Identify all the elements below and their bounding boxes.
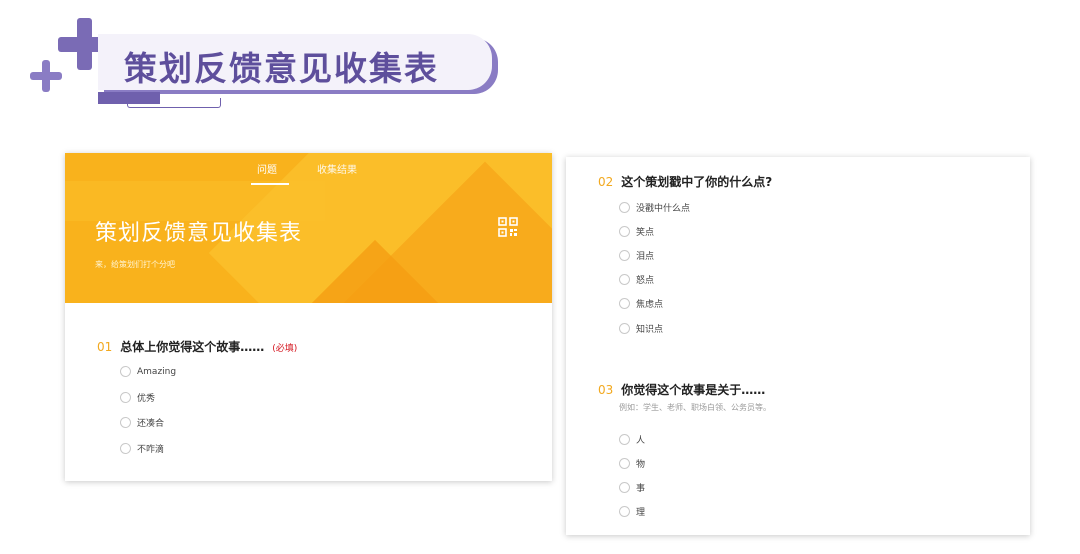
- radio-button-icon[interactable]: [619, 298, 630, 309]
- option-radio[interactable]: 还凑合: [120, 416, 164, 429]
- tab-questions[interactable]: 问题: [257, 161, 277, 176]
- question-number: 03: [598, 383, 614, 397]
- radio-button-icon[interactable]: [619, 250, 630, 261]
- form-title: 策划反馈意见收集表: [95, 221, 303, 246]
- option-label: 笑点: [636, 228, 655, 238]
- question-3: 03 你觉得这个故事是关于……: [598, 379, 765, 398]
- option-label: 怒点: [636, 276, 655, 286]
- option-radio[interactable]: 焦虑点: [619, 297, 663, 310]
- option-label: 优秀: [137, 394, 156, 404]
- question-text: 总体上你觉得这个故事……: [120, 340, 265, 354]
- option-radio[interactable]: 没戳中什么点: [619, 201, 690, 214]
- option-label: 人: [636, 436, 646, 446]
- option-radio[interactable]: 不咋滴: [120, 442, 164, 455]
- option-radio[interactable]: Amazing: [120, 366, 176, 377]
- form-card: 问题 收集结果 策划反馈意见收集表 来，给策划们打个分吧 01 总体上你觉得这个故…: [65, 153, 552, 481]
- radio-button-icon[interactable]: [619, 482, 630, 493]
- option-radio[interactable]: 事: [619, 481, 645, 494]
- question-1: 01 总体上你觉得这个故事…… (必填): [97, 336, 297, 355]
- radio-button-icon[interactable]: [619, 458, 630, 469]
- option-label: 还凑合: [137, 419, 165, 429]
- option-radio[interactable]: 怒点: [619, 273, 654, 286]
- form-header: 问题 收集结果 策划反馈意见收集表 来，给策划们打个分吧: [65, 153, 552, 303]
- radio-button-icon[interactable]: [120, 443, 131, 454]
- radio-button-icon[interactable]: [619, 434, 630, 445]
- question-hint: 例如：学生、老师、职场白领、公务员等。: [619, 403, 771, 412]
- option-radio[interactable]: 泪点: [619, 249, 654, 262]
- active-tab-indicator: [251, 183, 289, 185]
- question-2: 02 这个策划戳中了你的什么点?: [598, 171, 772, 190]
- decorative-bar-outline: [127, 98, 221, 108]
- form-tabs: 问题 收集结果: [65, 161, 552, 185]
- page-title: 策划反馈意见收集表: [124, 49, 439, 88]
- option-label: 知识点: [636, 325, 664, 335]
- option-label: 物: [636, 460, 646, 470]
- question-number: 01: [97, 340, 113, 354]
- option-label: 焦虑点: [636, 300, 664, 310]
- radio-button-icon[interactable]: [619, 226, 630, 237]
- radio-button-icon[interactable]: [120, 392, 131, 403]
- option-radio[interactable]: 优秀: [120, 391, 155, 404]
- question-number: 02: [598, 175, 614, 189]
- radio-button-icon[interactable]: [619, 323, 630, 334]
- required-badge: (必填): [272, 344, 298, 354]
- radio-button-icon[interactable]: [619, 274, 630, 285]
- radio-button-icon[interactable]: [619, 202, 630, 213]
- tab-results[interactable]: 收集结果: [317, 161, 357, 176]
- option-radio[interactable]: 人: [619, 433, 645, 446]
- option-radio[interactable]: 物: [619, 457, 645, 470]
- radio-button-icon[interactable]: [120, 366, 131, 377]
- option-label: 理: [636, 508, 646, 518]
- option-radio[interactable]: 知识点: [619, 322, 663, 335]
- plus-icon: [30, 60, 62, 92]
- option-label: 事: [636, 484, 646, 494]
- qr-code-icon[interactable]: [498, 217, 518, 237]
- option-radio[interactable]: 理: [619, 505, 645, 518]
- question-text: 这个策划戳中了你的什么点?: [621, 175, 773, 189]
- option-label: 没戳中什么点: [636, 204, 691, 214]
- option-label: 泪点: [636, 252, 655, 262]
- form-card-continued: 02 这个策划戳中了你的什么点? 没戳中什么点 笑点 泪点 怒点 焦虑点 知识点 …: [566, 157, 1030, 535]
- option-label: Amazing: [137, 366, 177, 377]
- option-label: 不咋滴: [137, 445, 165, 455]
- question-text: 你觉得这个故事是关于……: [621, 383, 766, 397]
- radio-button-icon[interactable]: [120, 417, 131, 428]
- option-radio[interactable]: 笑点: [619, 225, 654, 238]
- title-banner: 策划反馈意见收集表: [28, 14, 508, 114]
- radio-button-icon[interactable]: [619, 506, 630, 517]
- form-subtitle: 来，给策划们打个分吧: [95, 260, 175, 269]
